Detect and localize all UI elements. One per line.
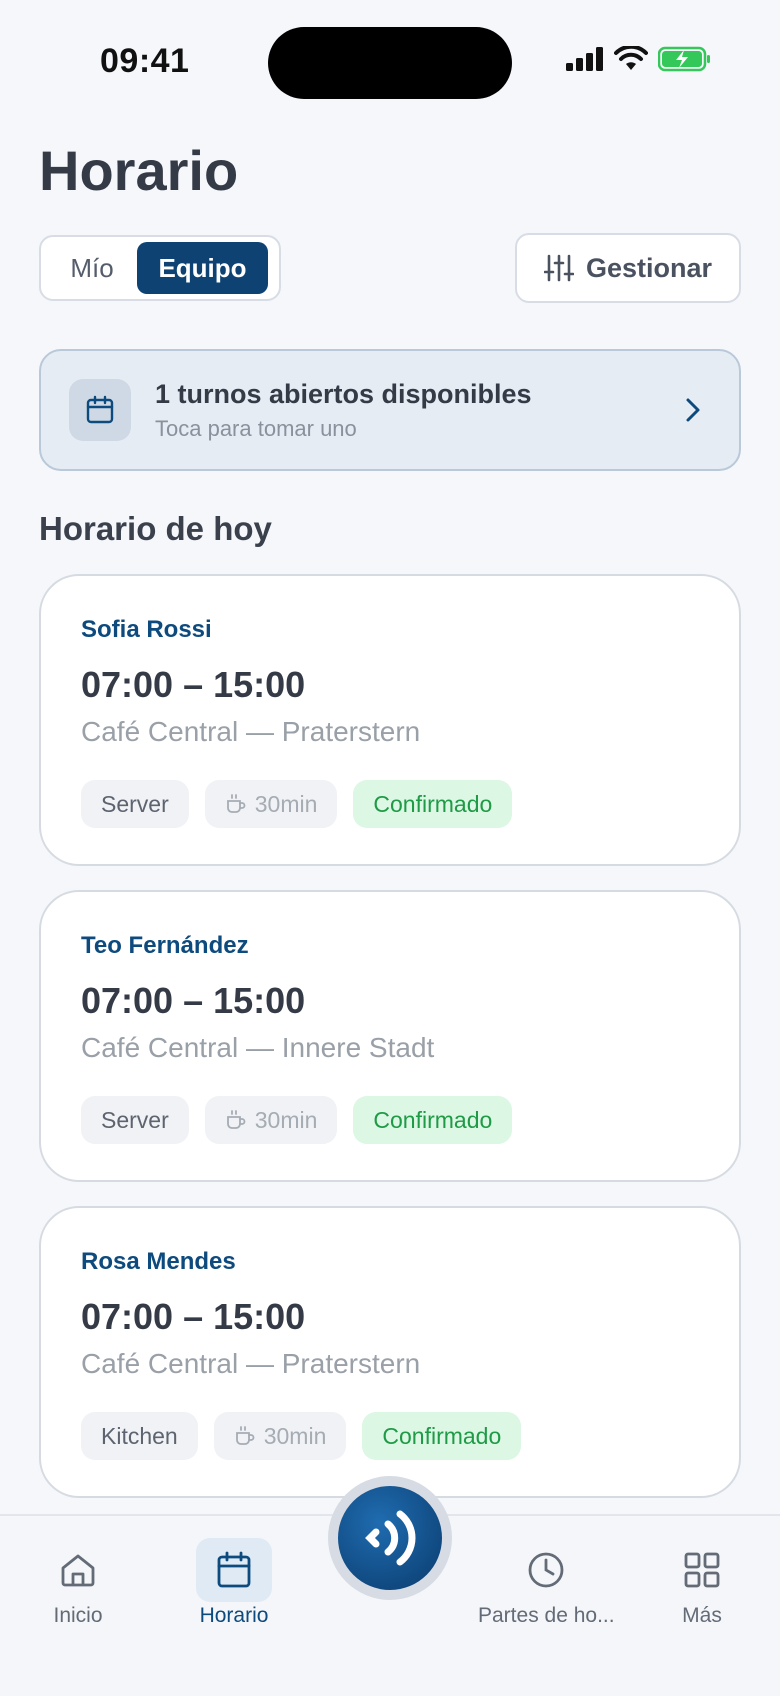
status-badge: Confirmado (353, 1096, 513, 1144)
employee-name: Rosa Mendes (81, 1248, 236, 1275)
coffee-cup-icon (226, 794, 246, 813)
nav-icon-box (196, 1538, 272, 1602)
role-tag: Kitchen (81, 1412, 198, 1460)
shift-time: 07:00 – 15:00 (81, 664, 306, 705)
break-duration: 30min (254, 1106, 318, 1133)
toggle-mine[interactable]: Mío (47, 242, 137, 294)
nav-label-schedule: Horario (199, 1604, 269, 1627)
nav-label-timesheets: Partes de ho... (478, 1604, 615, 1627)
nav-icon-box (40, 1538, 116, 1602)
status-badge: Confirmado (353, 780, 513, 828)
shift-tags: Server 30min Confirmado (81, 780, 513, 828)
break-duration: 30min (263, 1422, 327, 1449)
open-shifts-subtitle: Toca para tomar uno (155, 415, 357, 441)
nav-label-more: Más (682, 1604, 722, 1627)
calendar-icon (217, 1551, 251, 1588)
cellular-signal-icon (566, 47, 603, 71)
sliders-icon (543, 254, 574, 282)
shift-time: 07:00 – 15:00 (81, 980, 306, 1021)
home-icon (61, 1554, 95, 1587)
clock-icon (528, 1552, 564, 1588)
employee-name: Sofia Rossi (81, 616, 212, 643)
nav-label-home: Inicio (53, 1604, 103, 1627)
view-toggle: Mío Equipo (39, 235, 281, 301)
coffee-cup-icon (235, 1426, 255, 1445)
toggle-team[interactable]: Equipo (137, 242, 268, 294)
role-tag: Server (81, 1096, 189, 1144)
employee-name: Teo Fernández (81, 932, 249, 959)
nfc-tap-icon (365, 1510, 416, 1566)
status-badge: Confirmado (362, 1412, 522, 1460)
open-shifts-icon-box (69, 379, 131, 441)
coffee-cup-icon (226, 1110, 246, 1129)
nav-icon-box (478, 1538, 614, 1602)
open-shifts-text: 1 turnos abiertos disponibles Toca para … (155, 379, 532, 442)
nav-item-timesheets[interactable]: Partes de ho... (478, 1516, 615, 1628)
wifi-icon (614, 46, 648, 70)
shift-tags: Kitchen 30min Confirmado (81, 1412, 522, 1460)
break-tag: 30min (204, 1096, 338, 1144)
nav-item-schedule[interactable]: Horario (196, 1516, 272, 1628)
open-shifts-title: 1 turnos abiertos disponibles (155, 378, 532, 409)
shift-card[interactable]: Rosa Mendes 07:00 – 15:00 Café Central —… (39, 1206, 741, 1498)
battery-charging-icon (658, 46, 710, 72)
break-duration: 30min (254, 790, 318, 817)
status-icons (566, 46, 712, 72)
clock-in-fab-ring (328, 1476, 452, 1600)
break-tag: 30min (213, 1412, 347, 1460)
clock-in-fab[interactable] (338, 1486, 442, 1590)
dynamic-island (268, 27, 512, 99)
open-shifts-banner[interactable]: 1 turnos abiertos disponibles Toca para … (39, 349, 741, 471)
shift-location: Café Central — Innere Stadt (81, 1032, 435, 1063)
today-schedule-heading: Horario de hoy (39, 510, 272, 547)
shift-location: Café Central — Praterstern (81, 1348, 421, 1379)
nav-item-more[interactable]: Más (664, 1516, 740, 1628)
shift-location: Café Central — Praterstern (81, 716, 421, 747)
chevron-right-icon (686, 398, 700, 422)
calendar-icon (86, 395, 114, 424)
shift-time: 07:00 – 15:00 (81, 1296, 306, 1337)
shift-card[interactable]: Teo Fernández 07:00 – 15:00 Café Central… (39, 890, 741, 1182)
status-bar: 09:41 (0, 0, 780, 130)
role-tag: Server (81, 780, 189, 828)
shift-tags: Server 30min Confirmado (81, 1096, 513, 1144)
status-time: 09:41 (100, 42, 190, 80)
shift-card[interactable]: Sofia Rossi 07:00 – 15:00 Café Central —… (39, 574, 741, 866)
manage-button[interactable]: Gestionar (515, 233, 741, 303)
page-title: Horario (39, 139, 239, 202)
grid-icon (684, 1552, 720, 1588)
manage-button-label: Gestionar (585, 252, 713, 283)
nav-icon-box (664, 1538, 740, 1602)
break-tag: 30min (204, 780, 338, 828)
nav-item-home[interactable]: Inicio (40, 1516, 116, 1628)
